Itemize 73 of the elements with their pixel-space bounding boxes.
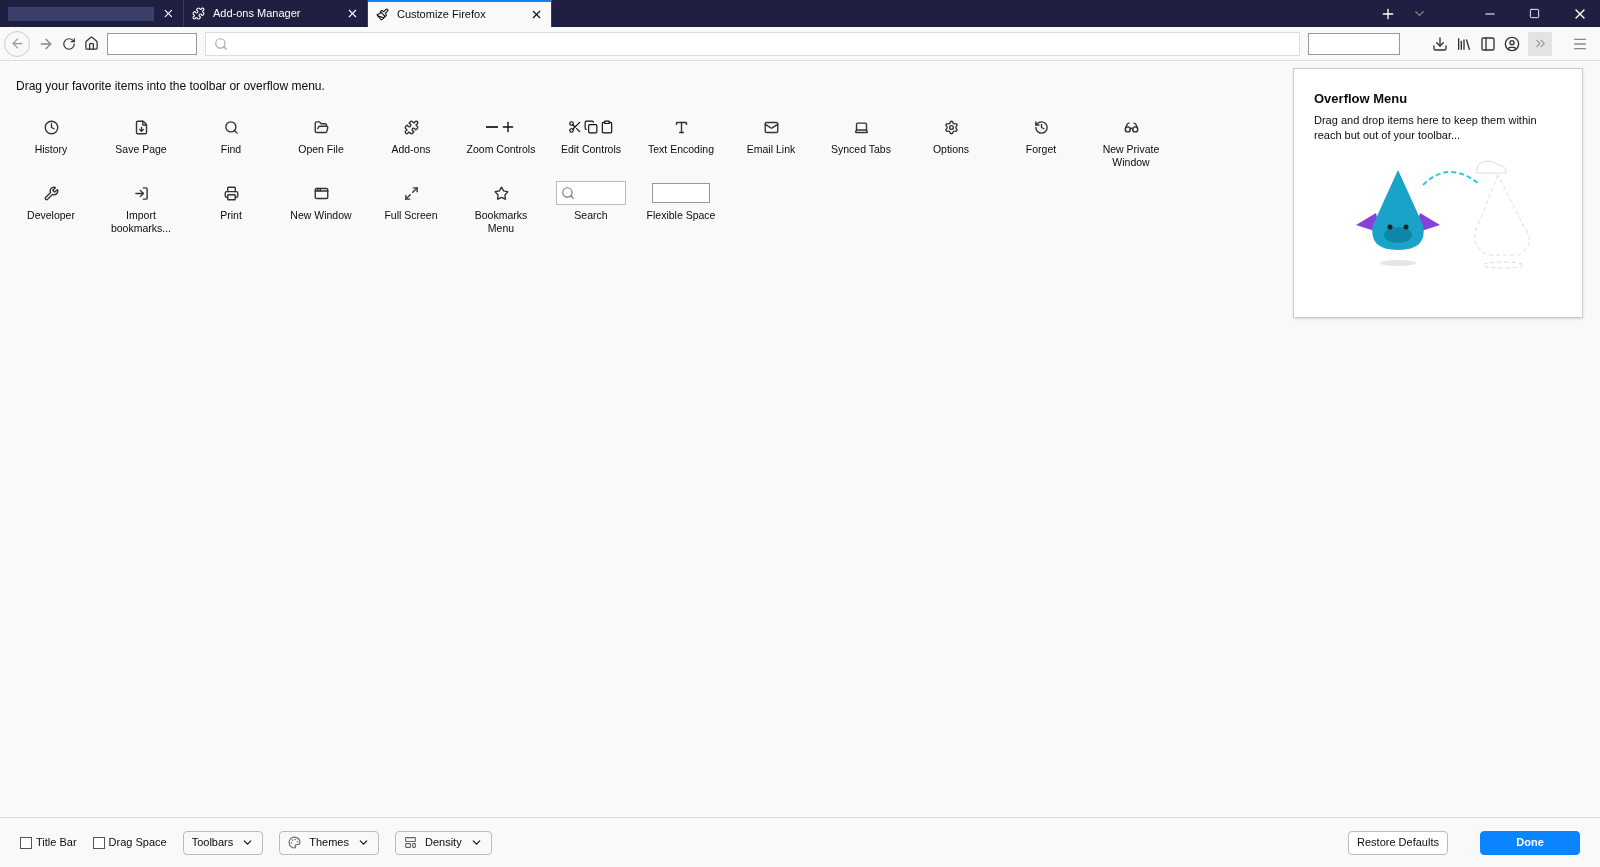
close-icon[interactable] — [162, 7, 175, 20]
palette-item[interactable]: History — [6, 115, 96, 169]
clock-icon — [43, 119, 59, 135]
palette-item[interactable]: Find — [186, 115, 276, 169]
close-icon[interactable] — [346, 7, 359, 20]
layout-icon — [403, 836, 417, 849]
download-icon[interactable] — [1432, 35, 1448, 52]
palette-item[interactable]: Add-ons — [366, 115, 456, 169]
palette-item[interactable]: Synced Tabs — [816, 115, 906, 169]
palette-item[interactable]: Text Encoding — [636, 115, 726, 169]
laptop-icon — [853, 119, 869, 135]
history-icon — [1033, 119, 1049, 135]
plus-icon — [500, 119, 516, 135]
palette-item[interactable]: Print — [186, 181, 276, 235]
palette-item[interactable]: Open File — [276, 115, 366, 169]
star-icon — [493, 185, 509, 201]
palette-item[interactable]: Email Link — [726, 115, 816, 169]
expand-icon — [403, 185, 419, 201]
text-icon — [673, 119, 689, 135]
window-icon — [313, 185, 329, 201]
palette-item[interactable]: Flexible Space — [636, 181, 726, 235]
settings-icon — [943, 119, 959, 135]
palette-item[interactable]: Save Page — [96, 115, 186, 169]
palette-item[interactable]: Search — [546, 181, 636, 235]
palette-icon — [288, 836, 302, 849]
dropdown-button[interactable]: Toolbars — [182, 830, 264, 855]
palette-item[interactable]: Edit Controls — [546, 115, 636, 169]
scissors-icon — [568, 120, 582, 134]
palette-item[interactable]: Zoom Controls — [456, 115, 546, 169]
library-icon[interactable] — [1456, 35, 1472, 52]
dropdown-button[interactable]: Density — [394, 830, 492, 855]
checkbox-option[interactable]: Drag Space — [92, 834, 167, 851]
printer-icon — [223, 185, 239, 201]
restore-icon[interactable] — [1529, 8, 1540, 19]
search-icon — [214, 36, 228, 51]
dropdown-button[interactable]: Themes — [279, 830, 379, 855]
sidebar-icon[interactable] — [1480, 35, 1496, 52]
save-icon — [133, 119, 149, 135]
restore-defaults-button[interactable]: Restore Defaults — [1348, 830, 1448, 855]
palette-item[interactable]: New Private Window — [1086, 115, 1176, 169]
flexible-space — [652, 183, 710, 203]
checkbox-option[interactable]: Title Bar — [20, 834, 77, 851]
tab-title: Customize Firefox — [397, 7, 486, 23]
search-field[interactable] — [556, 181, 626, 205]
mail-icon — [763, 119, 779, 135]
panel-title: Overflow Menu — [1314, 90, 1409, 108]
palette-item[interactable]: Forget — [996, 115, 1086, 169]
import-icon — [133, 185, 149, 201]
search-icon — [223, 119, 239, 135]
copy-icon — [584, 120, 598, 134]
search-icon — [561, 186, 575, 200]
puzzle-icon — [403, 119, 419, 135]
panel-description: Drag and drop items here to keep them within reach but out of your toolbar... — [1314, 112, 1538, 143]
minus-icon — [486, 126, 498, 128]
palette-item[interactable]: Bookmarks Menu — [456, 181, 546, 235]
brush-icon — [376, 8, 389, 21]
browser-tab[interactable]: Customize Firefox — [368, 0, 552, 27]
palette-item[interactable]: Developer — [6, 181, 96, 235]
account-icon[interactable] — [1504, 35, 1520, 52]
tab-title: Add-ons Manager — [213, 6, 301, 22]
close-icon[interactable] — [530, 8, 543, 21]
folder-icon — [313, 119, 329, 135]
wrench-icon — [43, 185, 59, 201]
instruction-text: Drag your favorite items into the toolbar or overflow menu. — [16, 78, 326, 95]
home-icon[interactable] — [84, 36, 99, 51]
palette-item[interactable]: Import bookmarks... — [96, 181, 186, 235]
puzzle-icon — [192, 7, 205, 20]
done-button[interactable]: Done — [1480, 830, 1580, 855]
palette-item[interactable]: Options — [906, 115, 996, 169]
clipboard-icon — [600, 120, 614, 134]
palette-item[interactable]: New Window — [276, 181, 366, 235]
reload-icon[interactable] — [62, 36, 76, 51]
palette-item[interactable]: Full Screen — [366, 181, 456, 235]
